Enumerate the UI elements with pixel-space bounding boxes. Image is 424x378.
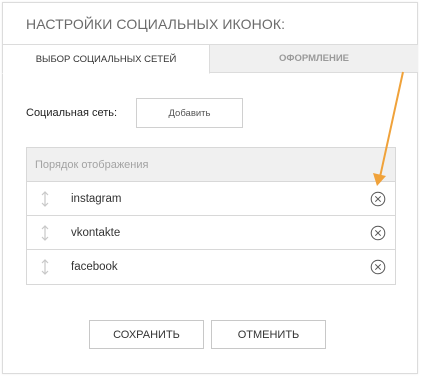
list-item-name: facebook (71, 261, 118, 273)
drag-handle-icon[interactable] (39, 224, 51, 242)
cancel-button[interactable]: ОТМЕНИТЬ (211, 320, 326, 349)
list-item-name: vkontakte (71, 227, 121, 239)
list-item: facebook (27, 250, 395, 284)
add-button[interactable]: Добавить (136, 98, 243, 128)
tab-bar: ВЫБОР СОЦИАЛЬНЫХ СЕТЕЙ ОФОРМЛЕНИЕ (2, 44, 418, 74)
remove-circle-icon[interactable] (370, 259, 386, 275)
list-item-name: instagram (71, 193, 122, 205)
remove-circle-icon[interactable] (370, 191, 386, 207)
drag-handle-icon[interactable] (39, 190, 51, 208)
list-header: Порядок отображения (27, 148, 395, 182)
list-item: vkontakte (27, 216, 395, 250)
social-network-label: Социальная сеть: (26, 107, 118, 119)
drag-handle-icon[interactable] (39, 258, 51, 276)
save-button[interactable]: СОХРАНИТЬ (89, 320, 204, 349)
tab-social-networks[interactable]: ВЫБОР СОЦИАЛЬНЫХ СЕТЕЙ (2, 44, 210, 74)
list-item: instagram (27, 182, 395, 216)
dialog-title: НАСТРОЙКИ СОЦИАЛЬНЫХ ИКОНОК: (26, 16, 286, 32)
remove-circle-icon[interactable] (370, 225, 386, 241)
tab-appearance[interactable]: ОФОРМЛЕНИЕ (210, 44, 418, 73)
display-order-list: Порядок отображения instagram vkontakte (26, 147, 396, 285)
